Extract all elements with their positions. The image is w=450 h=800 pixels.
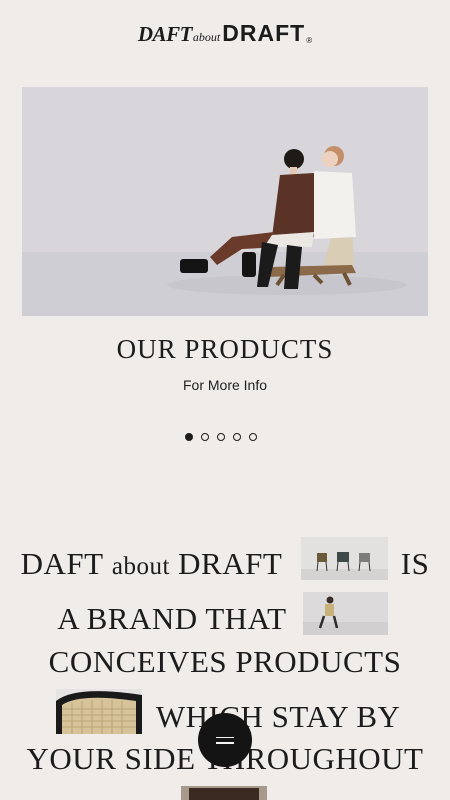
slide-title: OUR PRODUCTS [116,334,334,364]
statement-is: IS [400,546,430,581]
hero-photo-illustration [22,87,428,316]
statement-draft: DRAFT [178,546,283,581]
carousel-dot-2[interactable] [201,433,209,441]
for-more-info-link[interactable]: For More Info [0,377,450,393]
brand-logo[interactable]: DAFTaboutDRAFT® [0,20,450,47]
logo-daft: DAFT [137,22,193,46]
statement-which-stay-by: WHICH STAY BY [155,699,401,734]
thumbnail-chairs [301,537,388,580]
logo-draft: DRAFT [222,20,306,46]
hamburger-icon [216,736,234,738]
statement-about: about [111,553,170,580]
carousel-dot-4[interactable] [233,433,241,441]
logo-about: about [192,30,221,44]
hero-slide-image[interactable] [22,87,428,316]
hamburger-icon-bar [216,742,234,744]
statement-line-3: CONCEIVES PRODUCTS [48,644,402,679]
statement-brand-that: A BRAND THAT [57,601,287,636]
carousel-dot-1[interactable] [185,433,193,441]
thumbnail-bottom-partial [181,786,267,800]
logo-registered-mark: ® [306,36,313,45]
carousel-dot-3[interactable] [217,433,225,441]
carousel-pagination [185,433,257,441]
statement-daft: DAFT [20,546,104,581]
menu-button[interactable] [198,713,252,767]
carousel-dot-5[interactable] [249,433,257,441]
thumbnail-person [303,592,388,635]
